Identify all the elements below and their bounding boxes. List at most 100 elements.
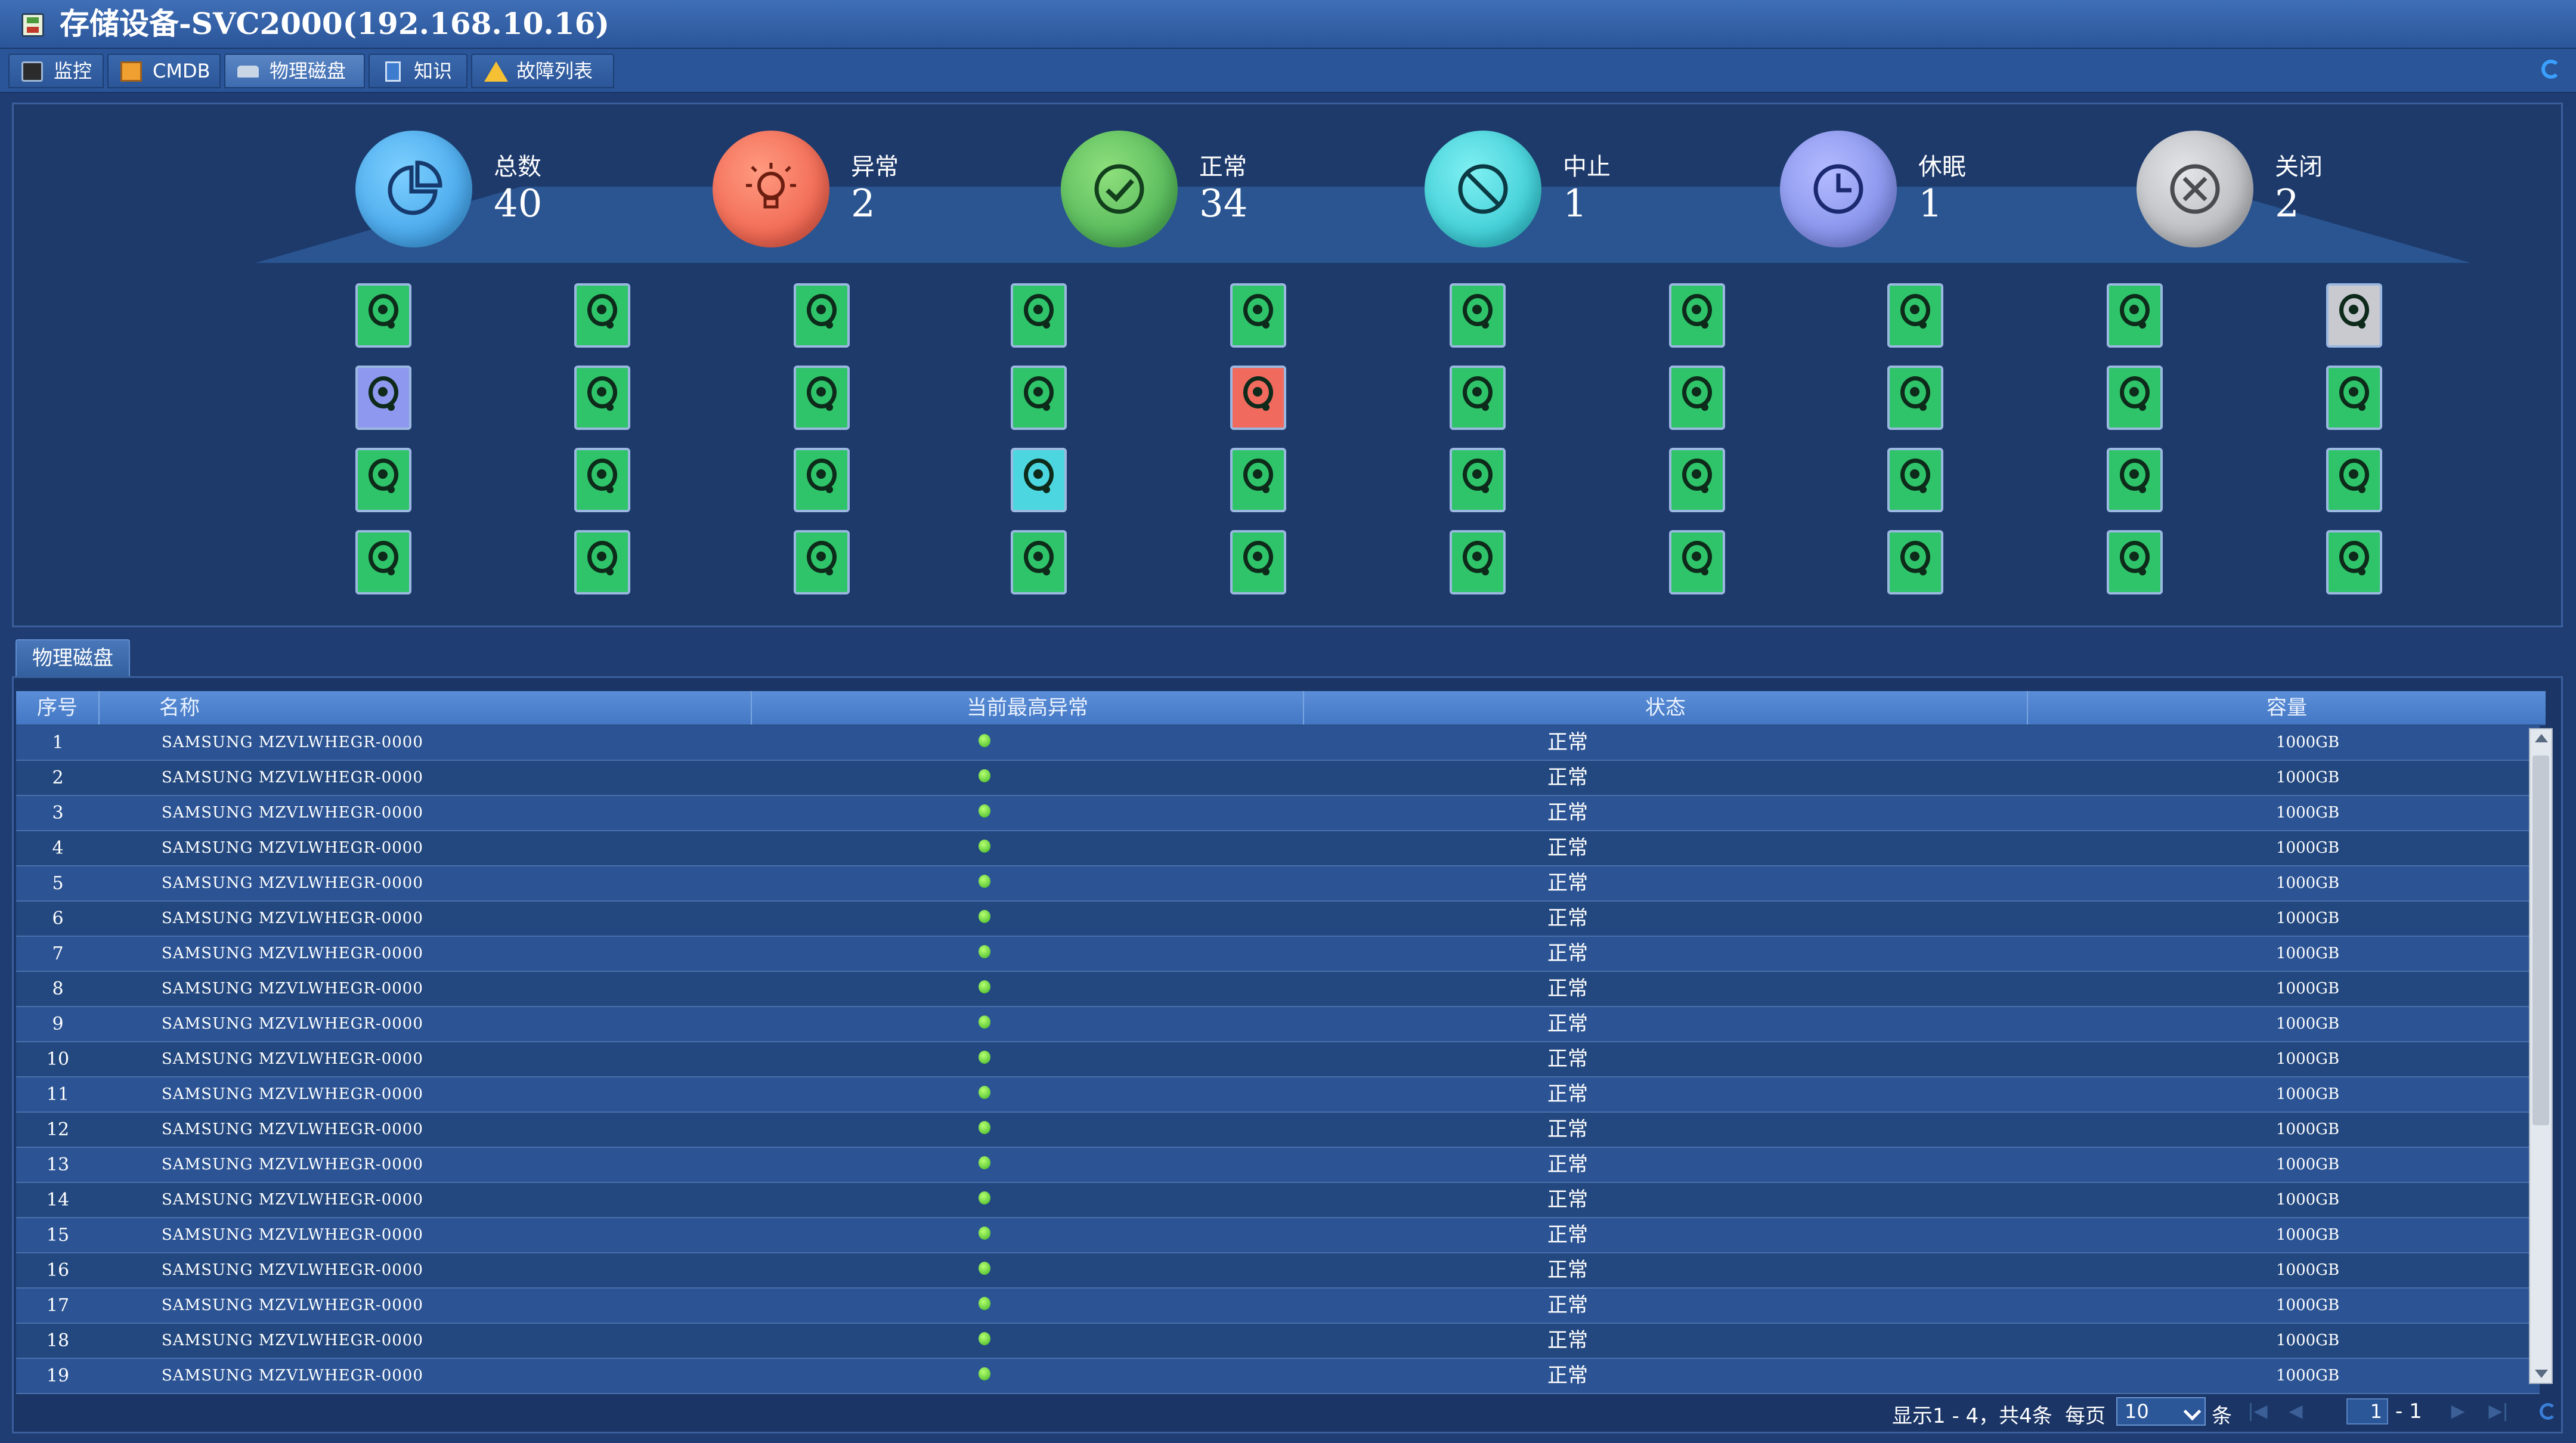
col-highest-alarm[interactable]: 当前最高异常: [752, 691, 1304, 724]
table-row[interactable]: 6 SAMSUNG MZVLWHEGR-0000 正常 1000GB: [16, 902, 2540, 937]
disk-icon-normal[interactable]: [1450, 283, 1506, 348]
stat-value: 2: [851, 182, 875, 226]
table-row[interactable]: 14 SAMSUNG MZVLWHEGR-0000 正常 1000GB: [16, 1183, 2540, 1218]
disk-icon-normal[interactable]: [1669, 283, 1725, 348]
disk-icon-normal[interactable]: [355, 283, 411, 348]
pager-display-text: 显示1 - 4，共4条: [1892, 1404, 2052, 1428]
table-row[interactable]: 10 SAMSUNG MZVLWHEGR-0000 正常 1000GB: [16, 1042, 2540, 1077]
col-capacity[interactable]: 容量: [2028, 691, 2546, 724]
tab-physical-disk[interactable]: 物理磁盘: [224, 54, 365, 88]
disk-icon-normal[interactable]: [1669, 530, 1725, 594]
disk-icon-normal[interactable]: [1011, 283, 1067, 348]
physical-disk-panel-tab[interactable]: 物理磁盘: [16, 639, 130, 676]
disk-icon-normal[interactable]: [355, 448, 411, 512]
scroll-down-arrow-icon[interactable]: [2535, 1370, 2548, 1378]
disk-icon-sleep[interactable]: [355, 366, 411, 430]
disk-icon-normal[interactable]: [574, 530, 630, 594]
scroll-thumb[interactable]: [2532, 755, 2549, 1125]
disk-icon-normal[interactable]: [1887, 366, 1943, 430]
disk-icon-normal[interactable]: [794, 530, 850, 594]
disk-icon-normal[interactable]: [2107, 283, 2163, 348]
col-name[interactable]: 名称: [100, 691, 752, 724]
per-page-select[interactable]: 10: [2116, 1397, 2206, 1426]
first-page-icon[interactable]: |◀: [2247, 1402, 2268, 1421]
disk-icon-normal[interactable]: [2107, 448, 2163, 512]
disk-icon-normal[interactable]: [2107, 366, 2163, 430]
page-number-input[interactable]: 1: [2346, 1398, 2388, 1425]
disk-icon-closed[interactable]: [2326, 283, 2382, 348]
last-page-icon[interactable]: ▶|: [2488, 1402, 2509, 1421]
tab-monitor[interactable]: 监控: [8, 54, 104, 88]
disk-icon-normal[interactable]: [794, 448, 850, 512]
prev-page-icon[interactable]: ◀: [2286, 1402, 2306, 1421]
table-row[interactable]: 2 SAMSUNG MZVLWHEGR-0000 正常 1000GB: [16, 761, 2540, 796]
disk-icon-abnormal[interactable]: [1230, 366, 1286, 430]
disk-icon-normal[interactable]: [1230, 283, 1286, 348]
disk-icon-normal[interactable]: [1887, 448, 1943, 512]
disk-icon-normal[interactable]: [1230, 448, 1286, 512]
disk-icon-normal[interactable]: [2326, 448, 2382, 512]
table-row[interactable]: 1 SAMSUNG MZVLWHEGR-0000 正常 1000GB: [16, 726, 2540, 761]
table-row[interactable]: 3 SAMSUNG MZVLWHEGR-0000 正常 1000GB: [16, 796, 2540, 831]
disk-icon-normal[interactable]: [1887, 530, 1943, 594]
stat-sleep[interactable]: 休眠 1: [1780, 131, 2090, 250]
disk-icon-normal[interactable]: [574, 448, 630, 512]
disk-icon-normal[interactable]: [1450, 448, 1506, 512]
stat-suspended[interactable]: 中止 1: [1425, 131, 1735, 250]
stat-total[interactable]: 总数 40: [355, 131, 665, 250]
row-name: SAMSUNG MZVLWHEGR-0000: [162, 945, 423, 962]
refresh-icon[interactable]: [2541, 60, 2560, 79]
disk-icon-normal[interactable]: [1669, 448, 1725, 512]
row-status: 正常: [1547, 871, 1588, 895]
table-row[interactable]: 18 SAMSUNG MZVLWHEGR-0000 正常 1000GB: [16, 1324, 2540, 1359]
row-name: SAMSUNG MZVLWHEGR-0000: [162, 1367, 423, 1385]
disk-icon-normal[interactable]: [1011, 366, 1067, 430]
table-scrollbar[interactable]: [2529, 728, 2553, 1384]
table-row[interactable]: 8 SAMSUNG MZVLWHEGR-0000 正常 1000GB: [16, 972, 2540, 1007]
disk-icon-normal[interactable]: [1230, 530, 1286, 594]
table-row[interactable]: 15 SAMSUNG MZVLWHEGR-0000 正常 1000GB: [16, 1218, 2540, 1253]
disk-icon-normal[interactable]: [2326, 366, 2382, 430]
table-row[interactable]: 4 SAMSUNG MZVLWHEGR-0000 正常 1000GB: [16, 831, 2540, 866]
col-index[interactable]: 序号: [16, 691, 100, 724]
disk-icon-normal[interactable]: [1450, 366, 1506, 430]
row-name: SAMSUNG MZVLWHEGR-0000: [162, 909, 423, 927]
table-row[interactable]: 9 SAMSUNG MZVLWHEGR-0000 正常 1000GB: [16, 1007, 2540, 1042]
table-row[interactable]: 19 SAMSUNG MZVLWHEGR-0000 正常 1000GB: [16, 1359, 2540, 1394]
disk-icon-normal[interactable]: [1011, 530, 1067, 594]
tab-knowledge[interactable]: 知识: [369, 54, 467, 88]
next-page-icon[interactable]: ▶: [2448, 1402, 2468, 1421]
disk-icon-suspend[interactable]: [1011, 448, 1067, 512]
disk-icon-normal[interactable]: [2107, 530, 2163, 594]
stat-abnormal[interactable]: 异常 2: [713, 131, 1023, 250]
table-row[interactable]: 17 SAMSUNG MZVLWHEGR-0000 正常 1000GB: [16, 1289, 2540, 1324]
disk-icon-normal[interactable]: [1887, 283, 1943, 348]
disk-icon-normal[interactable]: [794, 366, 850, 430]
table-row[interactable]: 5 SAMSUNG MZVLWHEGR-0000 正常 1000GB: [16, 866, 2540, 902]
tab-cmdb[interactable]: CMDB: [107, 54, 221, 88]
table-row[interactable]: 12 SAMSUNG MZVLWHEGR-0000 正常 1000GB: [16, 1113, 2540, 1148]
disk-icon-normal[interactable]: [574, 366, 630, 430]
disk-icon-normal[interactable]: [1669, 366, 1725, 430]
table-row[interactable]: 11 SAMSUNG MZVLWHEGR-0000 正常 1000GB: [16, 1077, 2540, 1113]
disk-icon-normal[interactable]: [794, 283, 850, 348]
table-row[interactable]: 16 SAMSUNG MZVLWHEGR-0000 正常 1000GB: [16, 1253, 2540, 1289]
stat-closed[interactable]: 关闭 2: [2137, 131, 2447, 250]
col-status[interactable]: 状态: [1304, 691, 2028, 724]
tab-fault-list[interactable]: 故障列表: [471, 54, 614, 88]
disk-icon-normal[interactable]: [1450, 530, 1506, 594]
disk-icon-normal[interactable]: [355, 530, 411, 594]
row-name: SAMSUNG MZVLWHEGR-0000: [162, 1331, 423, 1349]
row-capacity: 1000GB: [2276, 1331, 2340, 1349]
stat-normal[interactable]: 正常 34: [1061, 131, 1371, 250]
alarm-level-icon: [976, 1113, 996, 1147]
pager-refresh-icon[interactable]: [2540, 1403, 2556, 1420]
table-row[interactable]: 13 SAMSUNG MZVLWHEGR-0000 正常 1000GB: [16, 1148, 2540, 1183]
row-capacity: 1000GB: [2276, 804, 2340, 822]
disk-icon-normal[interactable]: [574, 283, 630, 348]
scroll-up-arrow-icon[interactable]: [2535, 734, 2548, 742]
row-status: 正常: [1547, 766, 1588, 789]
table-row[interactable]: 7 SAMSUNG MZVLWHEGR-0000 正常 1000GB: [16, 937, 2540, 972]
disk-icon-normal[interactable]: [2326, 530, 2382, 594]
row-capacity: 1000GB: [2276, 1191, 2340, 1209]
